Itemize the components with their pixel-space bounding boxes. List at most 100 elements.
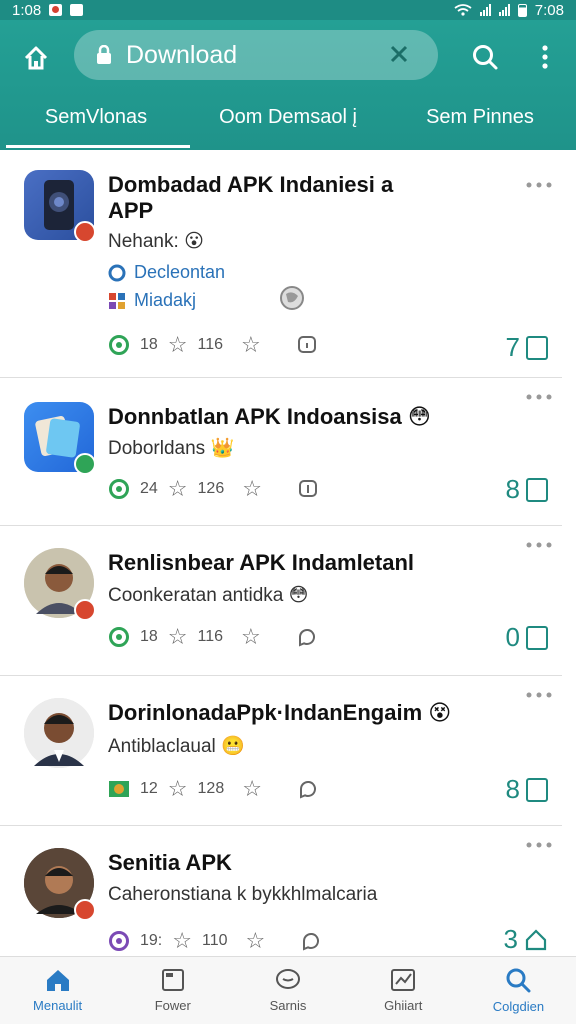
signal-icon: [498, 4, 510, 16]
more-horiz-icon[interactable]: [524, 540, 554, 550]
star-icon[interactable]: ☆: [242, 776, 262, 802]
download-count: 0: [506, 622, 548, 653]
item-title: DorinlonadaPpk·IndanEngaim 😵: [108, 700, 528, 726]
home-outline-icon[interactable]: [524, 928, 548, 952]
nav-sarnis[interactable]: Sarnis: [230, 957, 345, 1024]
signal-icon: [479, 4, 491, 16]
more-horiz-icon[interactable]: [524, 840, 554, 850]
item-title: Dombadad APK Indaniesi a APP: [108, 172, 394, 223]
status-time: 1:08: [12, 1, 42, 19]
star-icon[interactable]: ☆: [241, 624, 261, 650]
home-icon: [46, 970, 69, 991]
download-icon[interactable]: [526, 477, 548, 502]
item-tag: Miadakj: [108, 290, 196, 311]
more-horiz-icon[interactable]: [524, 690, 554, 700]
list-item[interactable]: Senitia APK Caheronstiana k bykkhlmalcar…: [0, 826, 562, 956]
item-subtitle-text: Doborldans: [108, 438, 206, 459]
star-icon[interactable]: ☆: [241, 332, 261, 358]
item-stats: 19: ☆ 110 ☆: [108, 928, 321, 954]
item-tag: Decleontan: [108, 262, 225, 283]
stat-value: 110: [201, 932, 228, 949]
person-avatar: [24, 548, 96, 621]
refresh-icon: [109, 627, 129, 647]
search-button[interactable]: [466, 38, 504, 76]
lock-icon: [97, 45, 111, 64]
item-stats: 18 ☆ 116 ☆: [108, 332, 317, 358]
status-dot: [74, 453, 96, 475]
item-title-text: DorinlonadaPpk·IndanEngaim: [108, 700, 423, 725]
emoji-icon: 😮: [184, 231, 204, 252]
status-dot: [74, 599, 96, 621]
item-subtitle: Coonkeratan antidka 😳: [108, 584, 308, 607]
star-icon: ☆: [172, 928, 192, 953]
item-subtitle-text: Coonkeratan antidka: [108, 585, 284, 606]
search-query: Download: [126, 40, 238, 69]
list-item[interactable]: Renlisnbear APK Indamletanl Coonkeratan …: [0, 526, 562, 676]
overflow-menu-button[interactable]: [530, 38, 560, 76]
nav-label: Menaulit: [33, 998, 83, 1013]
stat-value: 116: [197, 628, 224, 645]
item-stats: 18 ☆ 116 ☆: [108, 624, 317, 650]
item-title: Renlisnbear APK Indamletanl: [108, 550, 415, 575]
star-icon[interactable]: ☆: [246, 928, 266, 954]
list-item[interactable]: Dombadad APK Indaniesi a APP Nehank: 😮 D…: [0, 150, 562, 378]
tab-1[interactable]: Oom Demsaol į: [192, 98, 384, 148]
more-horiz-icon[interactable]: [524, 180, 554, 190]
download-icon[interactable]: [526, 625, 548, 650]
tab-2[interactable]: Sem Pinnes: [384, 98, 576, 148]
status-time-right: 7:08: [534, 1, 564, 19]
nav-colgdien[interactable]: Colgdien: [461, 957, 576, 1024]
download-count: 7: [506, 332, 548, 363]
download-icon[interactable]: [526, 777, 548, 802]
emoji-icon: 😳: [288, 585, 309, 606]
clear-icon[interactable]: [388, 43, 410, 65]
download-count: 3: [504, 924, 548, 955]
comment-icon[interactable]: [301, 931, 321, 951]
person-avatar: [24, 848, 96, 921]
comment-icon[interactable]: [297, 627, 317, 647]
gallery-app-icon: [24, 402, 96, 475]
status-bar: 1:08 7:08: [0, 0, 576, 20]
comment-icon[interactable]: [297, 335, 317, 355]
app-bar: Download SemVlonas Oom Demsaol į Sem Pin…: [0, 20, 576, 150]
more-horiz-icon[interactable]: [524, 392, 554, 402]
stat-value: 18: [140, 628, 158, 645]
star-icon[interactable]: ☆: [242, 476, 262, 502]
nav-ghiiart[interactable]: Ghiiart: [346, 957, 461, 1024]
stat-value: 19:: [140, 932, 163, 949]
notification-icon: [49, 4, 63, 16]
download-count: 8: [506, 774, 548, 805]
tab-0[interactable]: SemVlonas: [0, 98, 192, 148]
download-icon[interactable]: [526, 335, 548, 360]
search-field[interactable]: Download: [74, 30, 438, 80]
status-dot: [74, 221, 96, 243]
count-value: 7: [505, 332, 520, 362]
item-subtitle: Doborldans 👑: [108, 436, 234, 460]
nav-label: Ghiiart: [384, 998, 423, 1013]
star-icon: ☆: [167, 332, 188, 357]
item-tag-text: Miadakj: [134, 290, 197, 310]
item-subtitle: Antiblaclaual 😬: [108, 734, 245, 758]
home-button[interactable]: [18, 40, 54, 76]
wifi-icon: [454, 4, 472, 16]
stat-value: 126: [197, 480, 225, 497]
nav-label: Colgdien: [492, 999, 545, 1014]
chart-icon: [391, 969, 416, 991]
home-icon: [24, 46, 48, 70]
crown-icon: 👑: [210, 438, 235, 459]
nav-fower[interactable]: Fower: [115, 957, 230, 1024]
comment-icon[interactable]: [298, 479, 318, 499]
nav-home[interactable]: Menaulit: [0, 957, 115, 1024]
item-tag-text: Decleontan: [134, 262, 226, 282]
item-subtitle-text: Antiblaclaual: [108, 736, 216, 757]
item-title: Donnbatlan APK Indoansiѕa 😳: [108, 404, 508, 430]
list-item[interactable]: Donnbatlan APK Indoansiѕa 😳 Doborldans 👑…: [0, 378, 562, 526]
item-title: Senitia APK: [108, 850, 232, 875]
comment-icon[interactable]: [298, 779, 318, 799]
stat-value: 18: [140, 336, 158, 353]
chat-icon: [276, 969, 300, 989]
star-icon: ☆: [167, 624, 188, 649]
person-avatar: [24, 698, 94, 768]
notification-icon: [70, 4, 84, 16]
list-item[interactable]: DorinlonadaPpk·IndanEngaim 😵 Antiblaclau…: [0, 676, 562, 826]
